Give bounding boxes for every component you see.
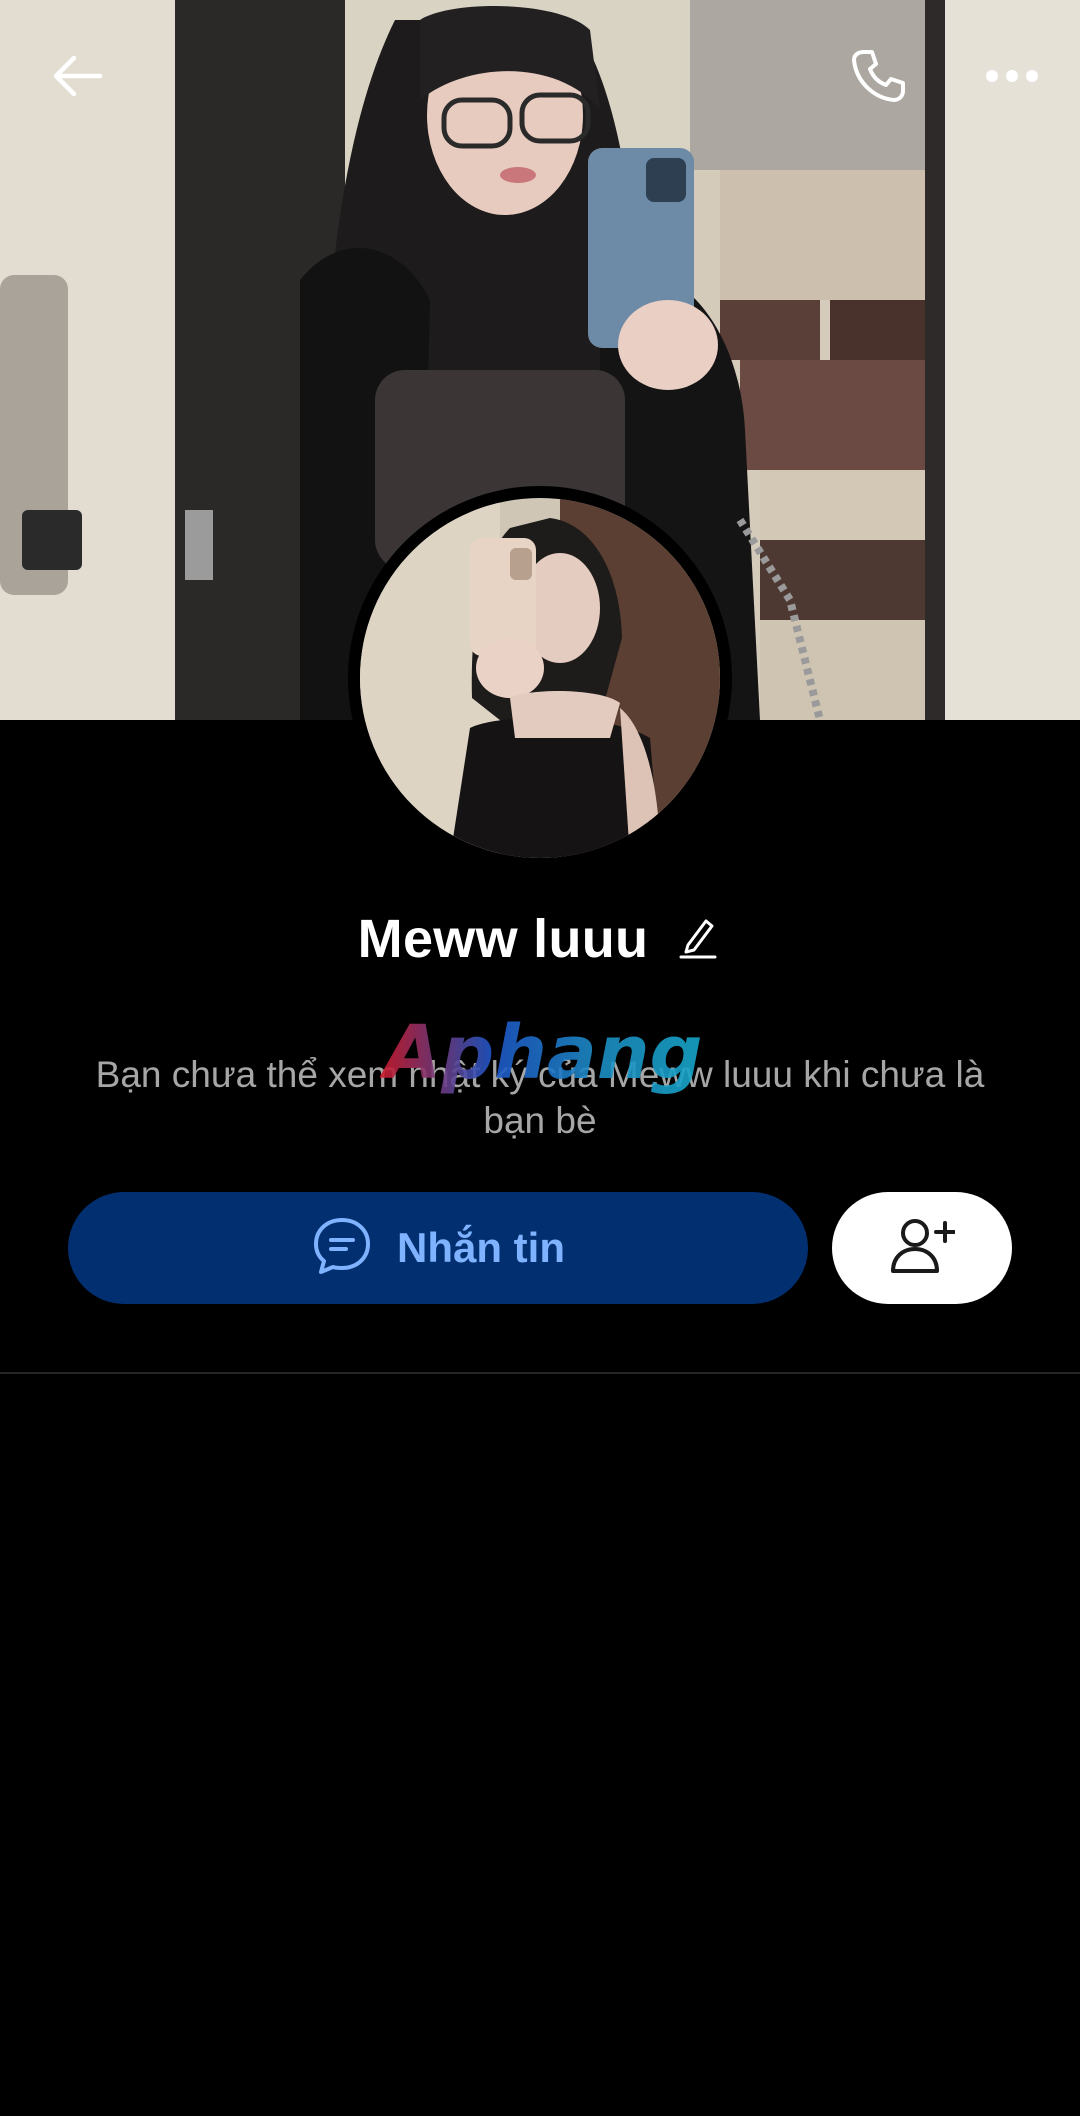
message-button[interactable]: Nhắn tin [68,1192,808,1304]
profile-name-row: Meww luuu [0,908,1080,970]
add-friend-button[interactable] [832,1192,1012,1304]
diary-privacy-notice: Bạn chưa thể xem nhật ký của Meww luuu k… [95,1054,985,1141]
message-button-label: Nhắn tin [397,1224,565,1271]
phone-icon [848,46,908,111]
pencil-icon [678,915,718,964]
avatar-image [360,498,720,858]
back-arrow-icon [50,48,106,109]
more-options-button[interactable] [964,30,1060,126]
add-user-icon [889,1217,956,1280]
chat-bubble-icon [311,1215,373,1282]
back-button[interactable] [30,30,126,126]
profile-name: Meww luuu [357,909,649,969]
edit-name-button[interactable] [674,915,722,963]
avatar[interactable] [348,486,732,870]
more-dots-icon [984,68,1040,89]
call-button[interactable] [830,30,926,126]
section-divider [0,1372,1080,1374]
